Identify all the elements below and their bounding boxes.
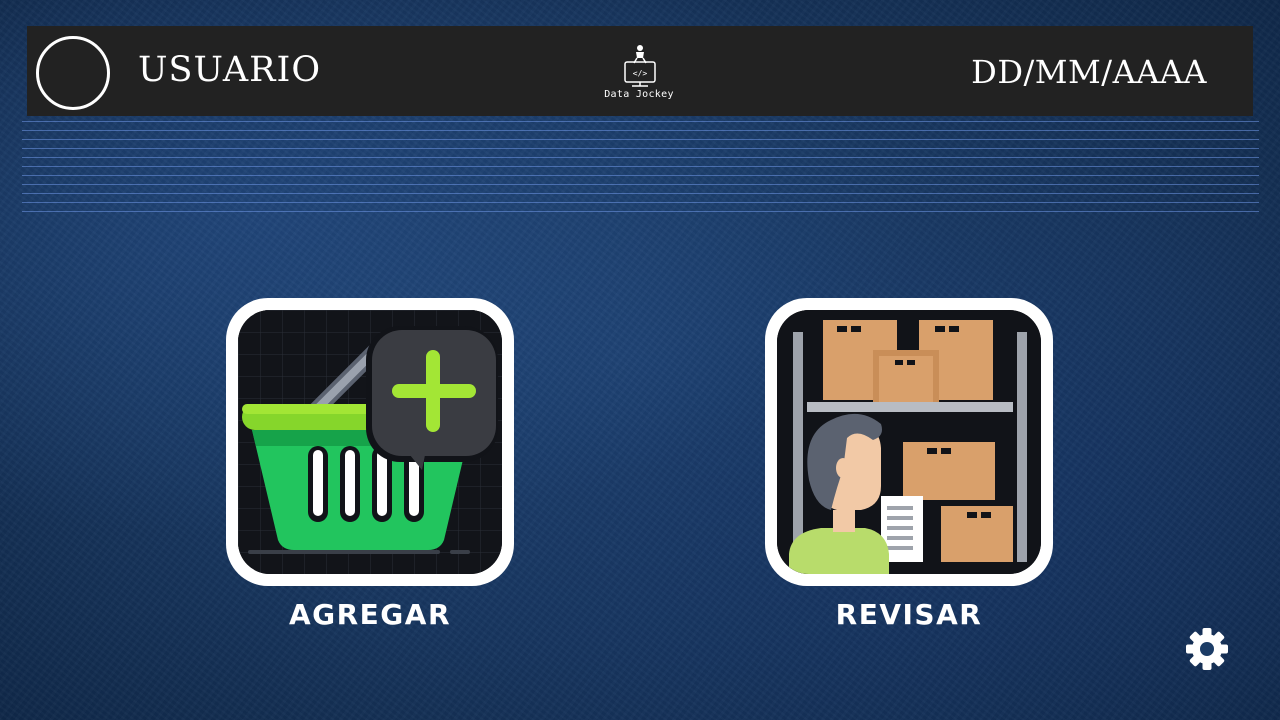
warehouse-worker-icon [777, 310, 1041, 574]
user-avatar[interactable] [36, 36, 110, 110]
basket-plus-icon [238, 310, 502, 574]
review-label: REVISAR [835, 598, 983, 631]
add-label: AGREGAR [288, 598, 452, 631]
settings-button[interactable] [1182, 624, 1232, 674]
current-date: DD/MM/AAAA [971, 53, 1207, 91]
username: USUARIO [138, 50, 322, 90]
svg-text:</>: </> [633, 69, 648, 78]
app-logo: </> Data Jockey [599, 42, 679, 104]
add-tile-image [238, 310, 502, 574]
gear-icon [1186, 628, 1228, 670]
logo-text: Data Jockey [604, 89, 674, 100]
review-button[interactable] [765, 298, 1053, 586]
add-button[interactable] [226, 298, 514, 586]
logo-icon: </> [624, 45, 656, 87]
decorative-stripes [22, 121, 1259, 213]
top-bar: USUARIO </> Data Jockey DD/MM/AAAA [27, 26, 1253, 116]
review-tile-image [777, 310, 1041, 574]
